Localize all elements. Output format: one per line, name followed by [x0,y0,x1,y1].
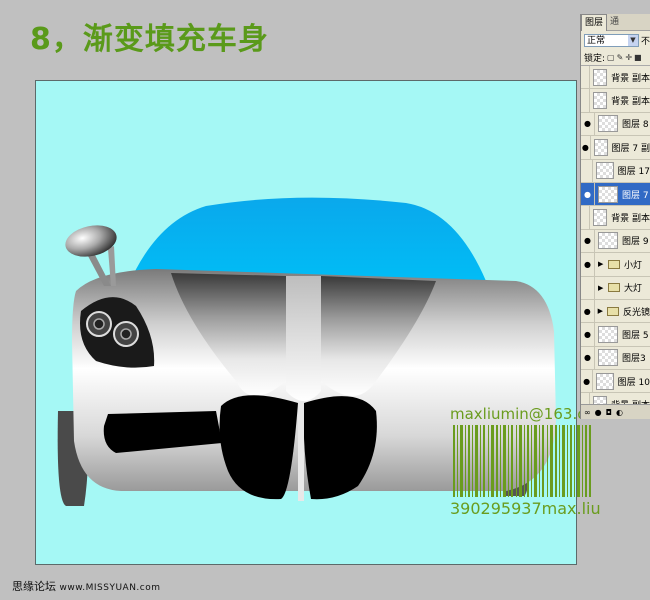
layer-name: 图层3 [622,354,646,365]
layer-name: 图层 7 副 [611,143,650,154]
opacity-label: 不 [640,36,650,47]
layer-thumbnail [593,68,608,86]
layers-panel: 图层 通 正常 ▼ 不 锁定: ▢ ✎ ✛ ■ 背景 副本 背景 副本 ● 图层 8 ●… [580,14,650,419]
layer-name: 大灯 [624,284,643,295]
layer-name: 图层 17 [617,167,650,178]
layer-row[interactable]: ● 图层 7 [581,182,650,207]
tab-channels[interactable]: 通 [607,14,622,30]
layer-thumbnail [598,349,618,367]
eye-icon[interactable] [581,159,594,182]
site-footer: 思缘论坛 www.MISSYUAN.com [12,578,161,594]
layer-name: 图层 10 [617,377,650,388]
tab-layers[interactable]: 图层 [581,14,608,31]
eye-icon[interactable] [581,66,591,89]
layer-row[interactable]: ▶ 大灯 [581,276,650,300]
layer-name: 背景 副本 [611,214,650,225]
layer-thumbnail [593,138,608,156]
layer-row[interactable]: ● 图层 7 副 [581,136,650,160]
site-name: 思缘论坛 [12,580,56,593]
layer-name: 背景 副本 [611,97,650,108]
eye-icon[interactable]: ● [581,136,591,159]
layer-thumbnail [598,325,618,343]
lock-label: 锁定: [584,53,606,64]
step-title: 8，渐变填充车身 [30,22,269,57]
eye-icon[interactable]: ● [581,299,595,323]
mask-icon[interactable]: ◘ [606,408,612,417]
chevron-down-icon: ▼ [627,34,638,46]
layer-name: 图层 8 [622,120,649,131]
eye-icon[interactable]: ● [581,253,595,276]
eye-icon[interactable]: ● [581,346,595,370]
lock-all-icon[interactable]: ■ [634,53,642,62]
chevron-right-icon[interactable]: ▶ [598,260,606,268]
layer-thumbnail [593,92,608,110]
eye-icon[interactable]: ● [581,182,595,206]
photoshop-workspace: 8，渐变填充车身 maxliumin@163.com 390295937max.… [0,0,650,600]
layer-name: 图层 7 [622,190,649,201]
layer-row[interactable]: ● 图层3 [581,346,650,371]
watermark-code: 390295937max.liu [450,499,601,518]
layer-thumbnail [593,209,608,227]
layer-row[interactable]: ● 图层 5 [581,323,650,347]
blend-mode-value: 正常 [587,35,606,46]
layer-row[interactable]: ● ▶ 反光镜 [581,299,650,324]
eye-icon[interactable]: ● [581,370,594,393]
blend-mode-select[interactable]: 正常 ▼ [584,33,639,47]
layer-row[interactable]: 背景 副本 [581,89,650,113]
layer-thumbnail [598,232,618,250]
layer-row[interactable]: ● 图层 9 [581,229,650,254]
folder-icon [608,283,620,293]
layer-list: 背景 副本 背景 副本 ● 图层 8 ● 图层 7 副图层 17 ● 图层 7 背景 副本 ● 图层… [581,66,650,417]
lock-row: 锁定: ▢ ✎ ✛ ■ [581,49,650,66]
layer-thumbnail [596,162,614,180]
adjustment-icon[interactable]: ◐ [616,408,623,417]
lock-move-icon[interactable]: ✛ [625,53,632,62]
folder-icon [607,306,619,316]
link-icon[interactable]: ∞ [584,408,591,417]
layer-row[interactable]: ● ▶ 小灯 [581,253,650,277]
layer-row[interactable]: 背景 副本 [581,66,650,90]
barcode-watermark [453,425,591,497]
layer-thumbnail [598,185,618,203]
layer-name: 背景 副本 [611,73,650,84]
fx-icon[interactable]: ● [595,408,602,417]
site-url[interactable]: www.MISSYUAN.com [60,583,161,593]
chevron-right-icon[interactable]: ▶ [598,284,606,292]
layer-name: 图层 5 [622,330,649,341]
layer-name: 小灯 [624,260,643,271]
lock-brush-icon[interactable]: ✎ [617,53,624,62]
eye-icon[interactable]: ● [581,229,595,253]
eye-icon[interactable] [581,276,595,299]
layer-row[interactable]: 图层 17 [581,159,650,183]
layer-row[interactable]: ● 图层 10 [581,370,650,394]
layer-row[interactable]: ● 图层 8 [581,112,650,137]
layer-row[interactable]: 背景 副本 [581,206,650,230]
panel-bottom-toolbar: ∞ ● ◘ ◐ [581,404,650,419]
eye-icon[interactable] [581,89,591,112]
layer-thumbnail [596,372,614,390]
chevron-right-icon[interactable]: ▶ [598,307,606,315]
layer-name: 图层 9 [622,237,649,248]
panel-tabs: 图层 通 [581,14,650,31]
layer-name: 反光镜 [622,307,650,318]
blend-mode-row: 正常 ▼ 不 [581,31,650,49]
eye-icon[interactable]: ● [581,323,595,346]
eye-icon[interactable] [581,206,591,229]
layer-thumbnail [598,115,618,133]
lock-transparency-icon[interactable]: ▢ [607,53,615,62]
eye-icon[interactable]: ● [581,112,595,136]
folder-icon [608,259,620,269]
